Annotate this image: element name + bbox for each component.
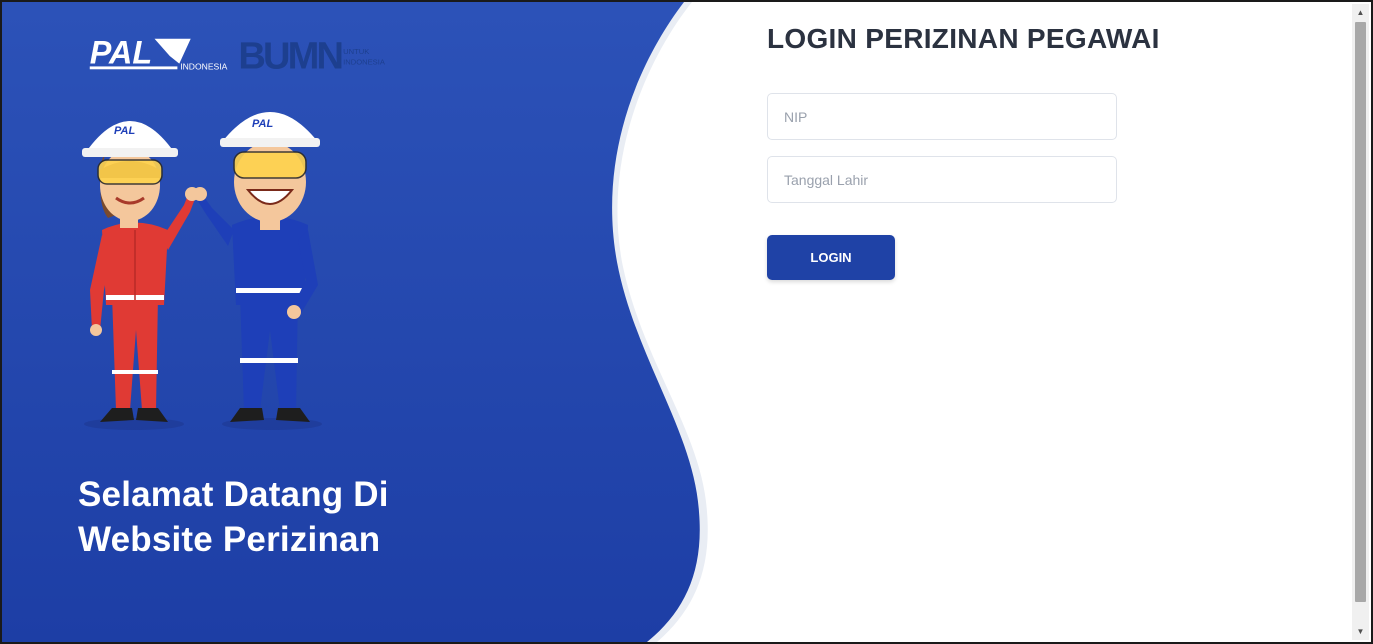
welcome-line-1: Selamat Datang Di bbox=[78, 475, 389, 514]
date-of-birth-input[interactable] bbox=[767, 156, 1117, 203]
browser-viewport: PAL INDONESIA BUMN UNTUK INDONESIA PAL P… bbox=[0, 0, 1373, 644]
scroll-down-arrow-icon[interactable]: ▼ bbox=[1352, 623, 1369, 640]
welcome-heading: Selamat Datang Di Website Perizinan bbox=[78, 472, 389, 562]
male-worker: PAL bbox=[193, 112, 320, 422]
male-helmet-logo: PAL bbox=[252, 118, 273, 130]
vertical-scrollbar[interactable]: ▲ ▼ bbox=[1352, 4, 1369, 640]
hero-panel: PAL INDONESIA BUMN UNTUK INDONESIA PAL P… bbox=[2, 2, 722, 642]
login-title: LOGIN PERIZINAN PEGAWAI bbox=[767, 23, 1160, 54]
pal-logo-text: PAL bbox=[90, 35, 152, 71]
bumn-logo-text: BUMN bbox=[238, 35, 341, 75]
scroll-up-arrow-icon[interactable]: ▲ bbox=[1352, 4, 1369, 21]
female-worker: PAL bbox=[82, 121, 199, 422]
scrollbar-thumb[interactable] bbox=[1355, 22, 1366, 602]
bumn-logo-sub-2: INDONESIA bbox=[343, 58, 386, 67]
female-helmet-logo: PAL bbox=[114, 125, 135, 137]
login-button[interactable]: LOGIN bbox=[767, 235, 895, 280]
partner-logos: PAL INDONESIA BUMN UNTUK INDONESIA bbox=[89, 35, 386, 75]
bumn-logo-sub-1: UNTUK bbox=[343, 47, 369, 56]
pal-logo-subtext: INDONESIA bbox=[180, 61, 227, 71]
welcome-line-2: Website Perizinan bbox=[78, 520, 381, 559]
pal-logo: PAL INDONESIA bbox=[89, 35, 228, 71]
nip-input[interactable] bbox=[767, 93, 1117, 140]
bumn-logo: BUMN UNTUK INDONESIA bbox=[238, 35, 386, 75]
workers-illustration: PAL PAL bbox=[82, 112, 322, 430]
